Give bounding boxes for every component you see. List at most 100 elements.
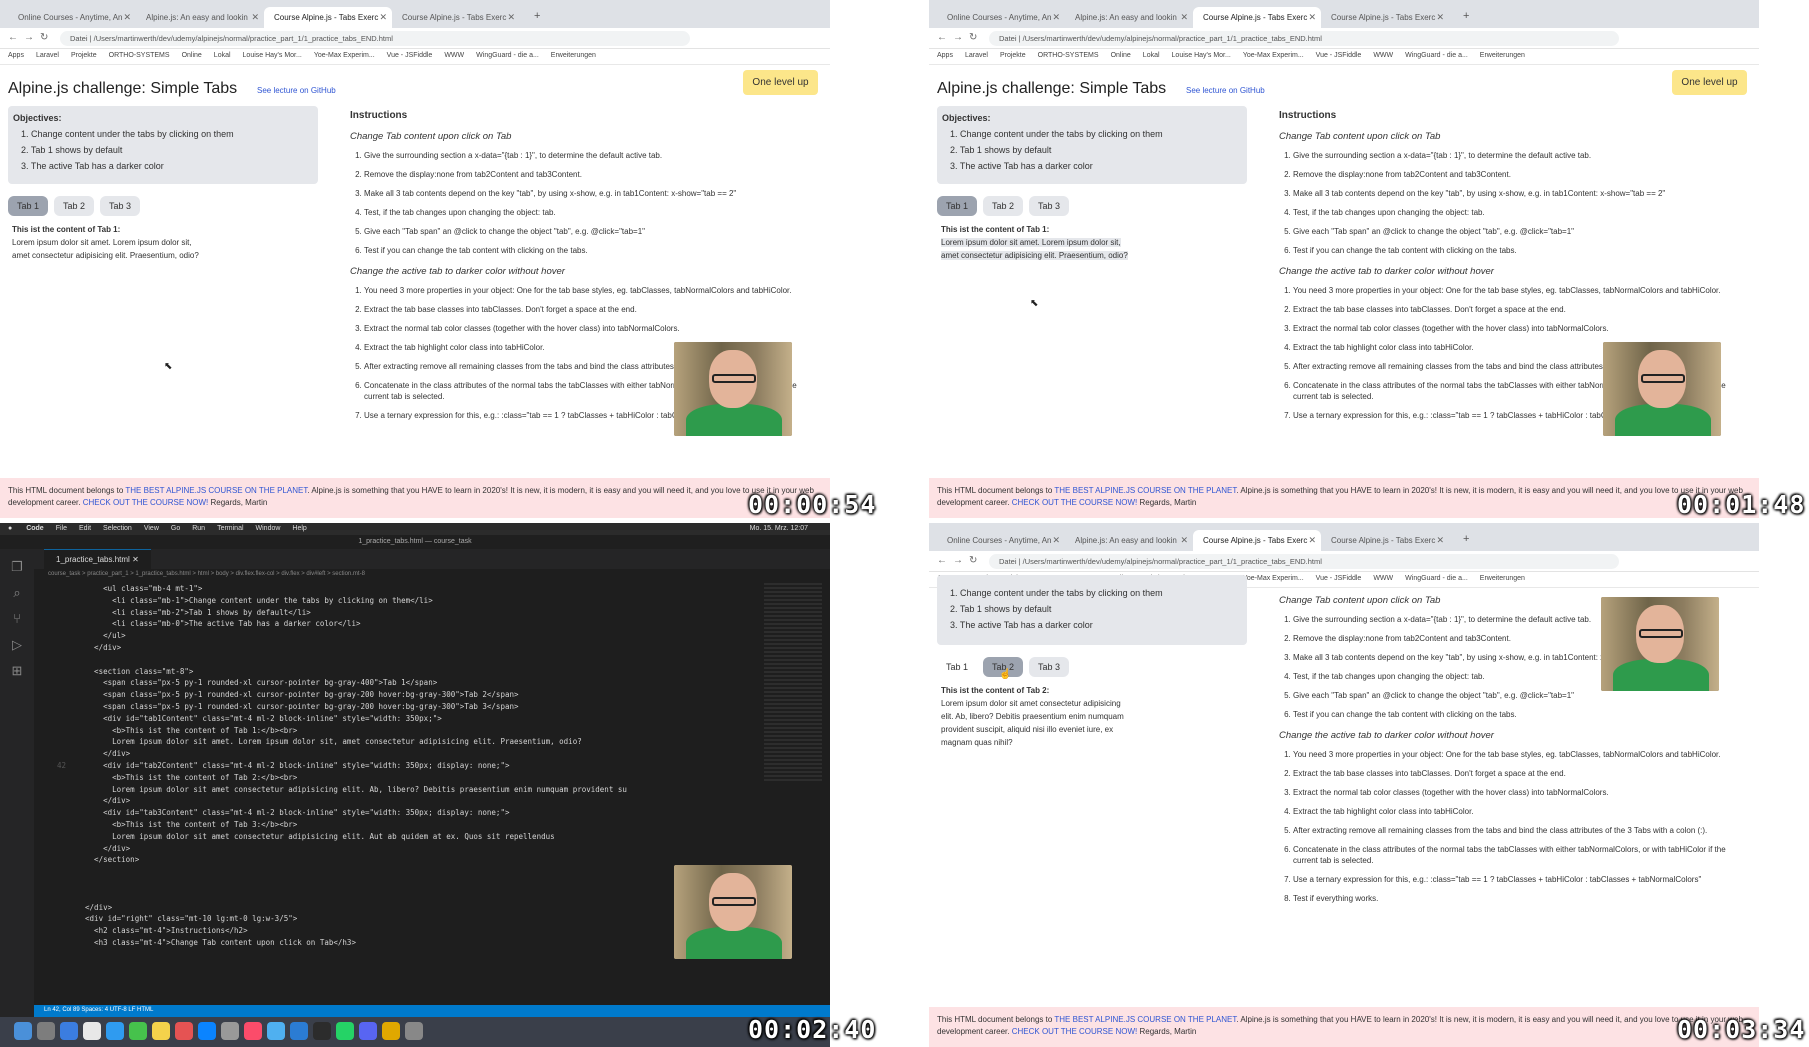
code-line[interactable] xyxy=(34,866,760,878)
code-line[interactable]: </div> xyxy=(34,642,760,654)
bookmark-item[interactable]: Projekte xyxy=(71,52,97,59)
messages-icon[interactable] xyxy=(129,1022,147,1040)
course-cta-link[interactable]: CHECK OUT THE COURSE NOW! xyxy=(1012,1027,1138,1036)
code-line[interactable]: <b>This ist the content of Tab 3:</b><br… xyxy=(34,819,760,831)
tab-3[interactable]: Tab 3 xyxy=(100,196,140,216)
extensions-icon[interactable]: ⊞ xyxy=(9,663,25,679)
close-icon[interactable]: ✕ xyxy=(379,12,387,23)
code-lines[interactable]: <ul class="mb-4 mt-1"> <li class="mb-1">… xyxy=(34,583,760,949)
bookmark-item[interactable]: WingGuard - die a... xyxy=(1405,575,1468,582)
tab-2[interactable]: Tab 2 xyxy=(54,196,94,216)
code-line[interactable]: </ul> xyxy=(34,630,760,642)
code-line[interactable]: <li class="mb-0">The active Tab has a da… xyxy=(34,618,760,630)
bookmark-item[interactable]: Laravel xyxy=(36,52,59,59)
code-line[interactable] xyxy=(34,878,760,890)
tab-2[interactable]: Tab 2 xyxy=(983,196,1023,216)
code-line[interactable]: 42 <div id="tab2Content" class="mt-4 ml-… xyxy=(34,760,760,772)
close-icon[interactable]: ✕ xyxy=(1180,535,1188,546)
browser-tab[interactable]: Course Alpine.js - Tabs Exerc ✕ xyxy=(1321,530,1449,551)
browser-tab[interactable]: Alpine.js: An easy and lookin ✕ xyxy=(136,7,264,28)
tab-1[interactable]: Tab 1 xyxy=(8,196,48,216)
chrome-icon[interactable] xyxy=(83,1022,101,1040)
bookmark-item[interactable]: Projekte xyxy=(1000,52,1026,59)
code-line[interactable]: Lorem ipsum dolor sit amet consectetur a… xyxy=(34,831,760,843)
bookmark-item[interactable]: Erweiterungen xyxy=(1480,575,1525,582)
bookmark-item[interactable]: Yoe-Max Experim... xyxy=(1243,575,1304,582)
github-link[interactable]: See lecture on GitHub xyxy=(257,86,336,95)
finder-icon[interactable] xyxy=(14,1022,32,1040)
minimap[interactable] xyxy=(764,583,822,783)
browser-tab-active[interactable]: Course Alpine.js - Tabs Exerc ✕ xyxy=(1193,7,1321,28)
bookmark-item[interactable]: WWW xyxy=(444,52,464,59)
close-icon[interactable]: ✕ xyxy=(1052,535,1060,546)
code-line[interactable]: <div id="right" class="mt-10 lg:mt-0 lg:… xyxy=(34,913,760,925)
github-link[interactable]: See lecture on GitHub xyxy=(1186,86,1265,95)
code-line[interactable]: </section> xyxy=(34,854,760,866)
close-icon[interactable]: ✕ xyxy=(1436,535,1444,546)
music-icon[interactable] xyxy=(244,1022,262,1040)
code-line[interactable]: <b>This ist the content of Tab 1:</b><br… xyxy=(34,725,760,737)
trash-icon[interactable] xyxy=(405,1022,423,1040)
code-line[interactable]: <h2 class="mt-4">Instructions</h2> xyxy=(34,925,760,937)
bookmark-item[interactable]: Louise Hay's Mor... xyxy=(243,52,302,59)
bookmark-item[interactable]: ORTHO-SYSTEMS xyxy=(109,52,170,59)
tab-1[interactable]: Tab 1 xyxy=(937,196,977,216)
course-link[interactable]: THE BEST ALPINE.JS COURSE ON THE PLANET xyxy=(1054,1015,1236,1024)
new-tab-icon[interactable]: + xyxy=(524,7,550,28)
code-line[interactable]: Lorem ipsum dolor sit amet. Lorem ipsum … xyxy=(34,736,760,748)
code-line[interactable]: </div> xyxy=(34,902,760,914)
code-line[interactable]: <li class="mb-2">Tab 1 shows by default<… xyxy=(34,607,760,619)
search-icon[interactable]: ⌕ xyxy=(9,585,25,601)
code-line[interactable]: <span class="px-5 py-1 rounded-xl cursor… xyxy=(34,689,760,701)
course-cta-link[interactable]: CHECK OUT THE COURSE NOW! xyxy=(83,498,209,507)
nav-arrows-icon[interactable]: ←→↻ xyxy=(8,32,54,43)
bookmark-item[interactable]: WingGuard - die a... xyxy=(1405,52,1468,59)
level-up-button[interactable]: One level up xyxy=(743,70,818,95)
run-icon[interactable]: ▷ xyxy=(9,637,25,653)
url-input[interactable]: Datei | /Users/martinwerth/dev/udemy/alp… xyxy=(989,31,1619,46)
code-line[interactable]: <span class="px-5 py-1 rounded-xl cursor… xyxy=(34,701,760,713)
menu-item[interactable]: Edit xyxy=(79,525,91,532)
new-tab-icon[interactable]: + xyxy=(1453,530,1479,551)
code-line[interactable]: <h3 class="mt-4">Change Tab content upon… xyxy=(34,937,760,949)
close-icon[interactable]: ✕ xyxy=(251,12,259,23)
close-icon[interactable]: ✕ xyxy=(123,12,131,23)
apple-icon[interactable]: ● xyxy=(8,525,12,532)
close-icon[interactable]: ✕ xyxy=(1308,12,1316,23)
code-line[interactable]: <li class="mb-1">Change content under th… xyxy=(34,595,760,607)
bookmark-item[interactable]: WingGuard - die a... xyxy=(476,52,539,59)
browser-tab[interactable]: Online Courses - Anytime, An ✕ xyxy=(937,7,1065,28)
bookmark-item[interactable]: Laravel xyxy=(965,52,988,59)
file-tab[interactable]: 1_practice_tabs.html ✕ xyxy=(44,549,151,569)
files-icon[interactable]: ❐ xyxy=(9,559,25,575)
menu-item[interactable]: Run xyxy=(192,525,205,532)
bookmark-item[interactable]: Vue - JSFiddle xyxy=(1316,52,1362,59)
bookmark-item[interactable]: Lokal xyxy=(1143,52,1160,59)
appstore-icon[interactable] xyxy=(198,1022,216,1040)
terminal-icon[interactable] xyxy=(313,1022,331,1040)
browser-tab-active[interactable]: Course Alpine.js - Tabs Exerc ✕ xyxy=(1193,530,1321,551)
code-line[interactable] xyxy=(34,654,760,666)
new-tab-icon[interactable]: + xyxy=(1453,7,1479,28)
browser-tab[interactable]: Alpine.js: An easy and lookin ✕ xyxy=(1065,7,1193,28)
browser-tab[interactable]: Course Alpine.js - Tabs Exerc ✕ xyxy=(392,7,520,28)
close-icon[interactable]: ✕ xyxy=(1052,12,1060,23)
course-cta-link[interactable]: CHECK OUT THE COURSE NOW! xyxy=(1012,498,1138,507)
code-line[interactable]: <span class="px-5 py-1 rounded-xl cursor… xyxy=(34,677,760,689)
code-line[interactable]: </div> xyxy=(34,843,760,855)
settings-icon[interactable] xyxy=(221,1022,239,1040)
bookmark-item[interactable]: ORTHO-SYSTEMS xyxy=(1038,52,1099,59)
close-icon[interactable]: ✕ xyxy=(1436,12,1444,23)
level-up-button[interactable]: One level up xyxy=(1672,70,1747,95)
bookmark-item[interactable]: Apps xyxy=(8,52,24,59)
url-input[interactable]: Datei | /Users/martinwerth/dev/udemy/alp… xyxy=(60,31,690,46)
source-control-icon[interactable]: ⑂ xyxy=(9,611,25,627)
menu-item[interactable]: Go xyxy=(171,525,180,532)
notes-icon[interactable] xyxy=(152,1022,170,1040)
discord-icon[interactable] xyxy=(359,1022,377,1040)
bookmark-item[interactable]: WWW xyxy=(1373,52,1393,59)
tab-3[interactable]: Tab 3 xyxy=(1029,657,1069,677)
bookmark-item[interactable]: WWW xyxy=(1373,575,1393,582)
course-link[interactable]: THE BEST ALPINE.JS COURSE ON THE PLANET xyxy=(125,486,307,495)
bookmark-item[interactable]: Vue - JSFiddle xyxy=(387,52,433,59)
